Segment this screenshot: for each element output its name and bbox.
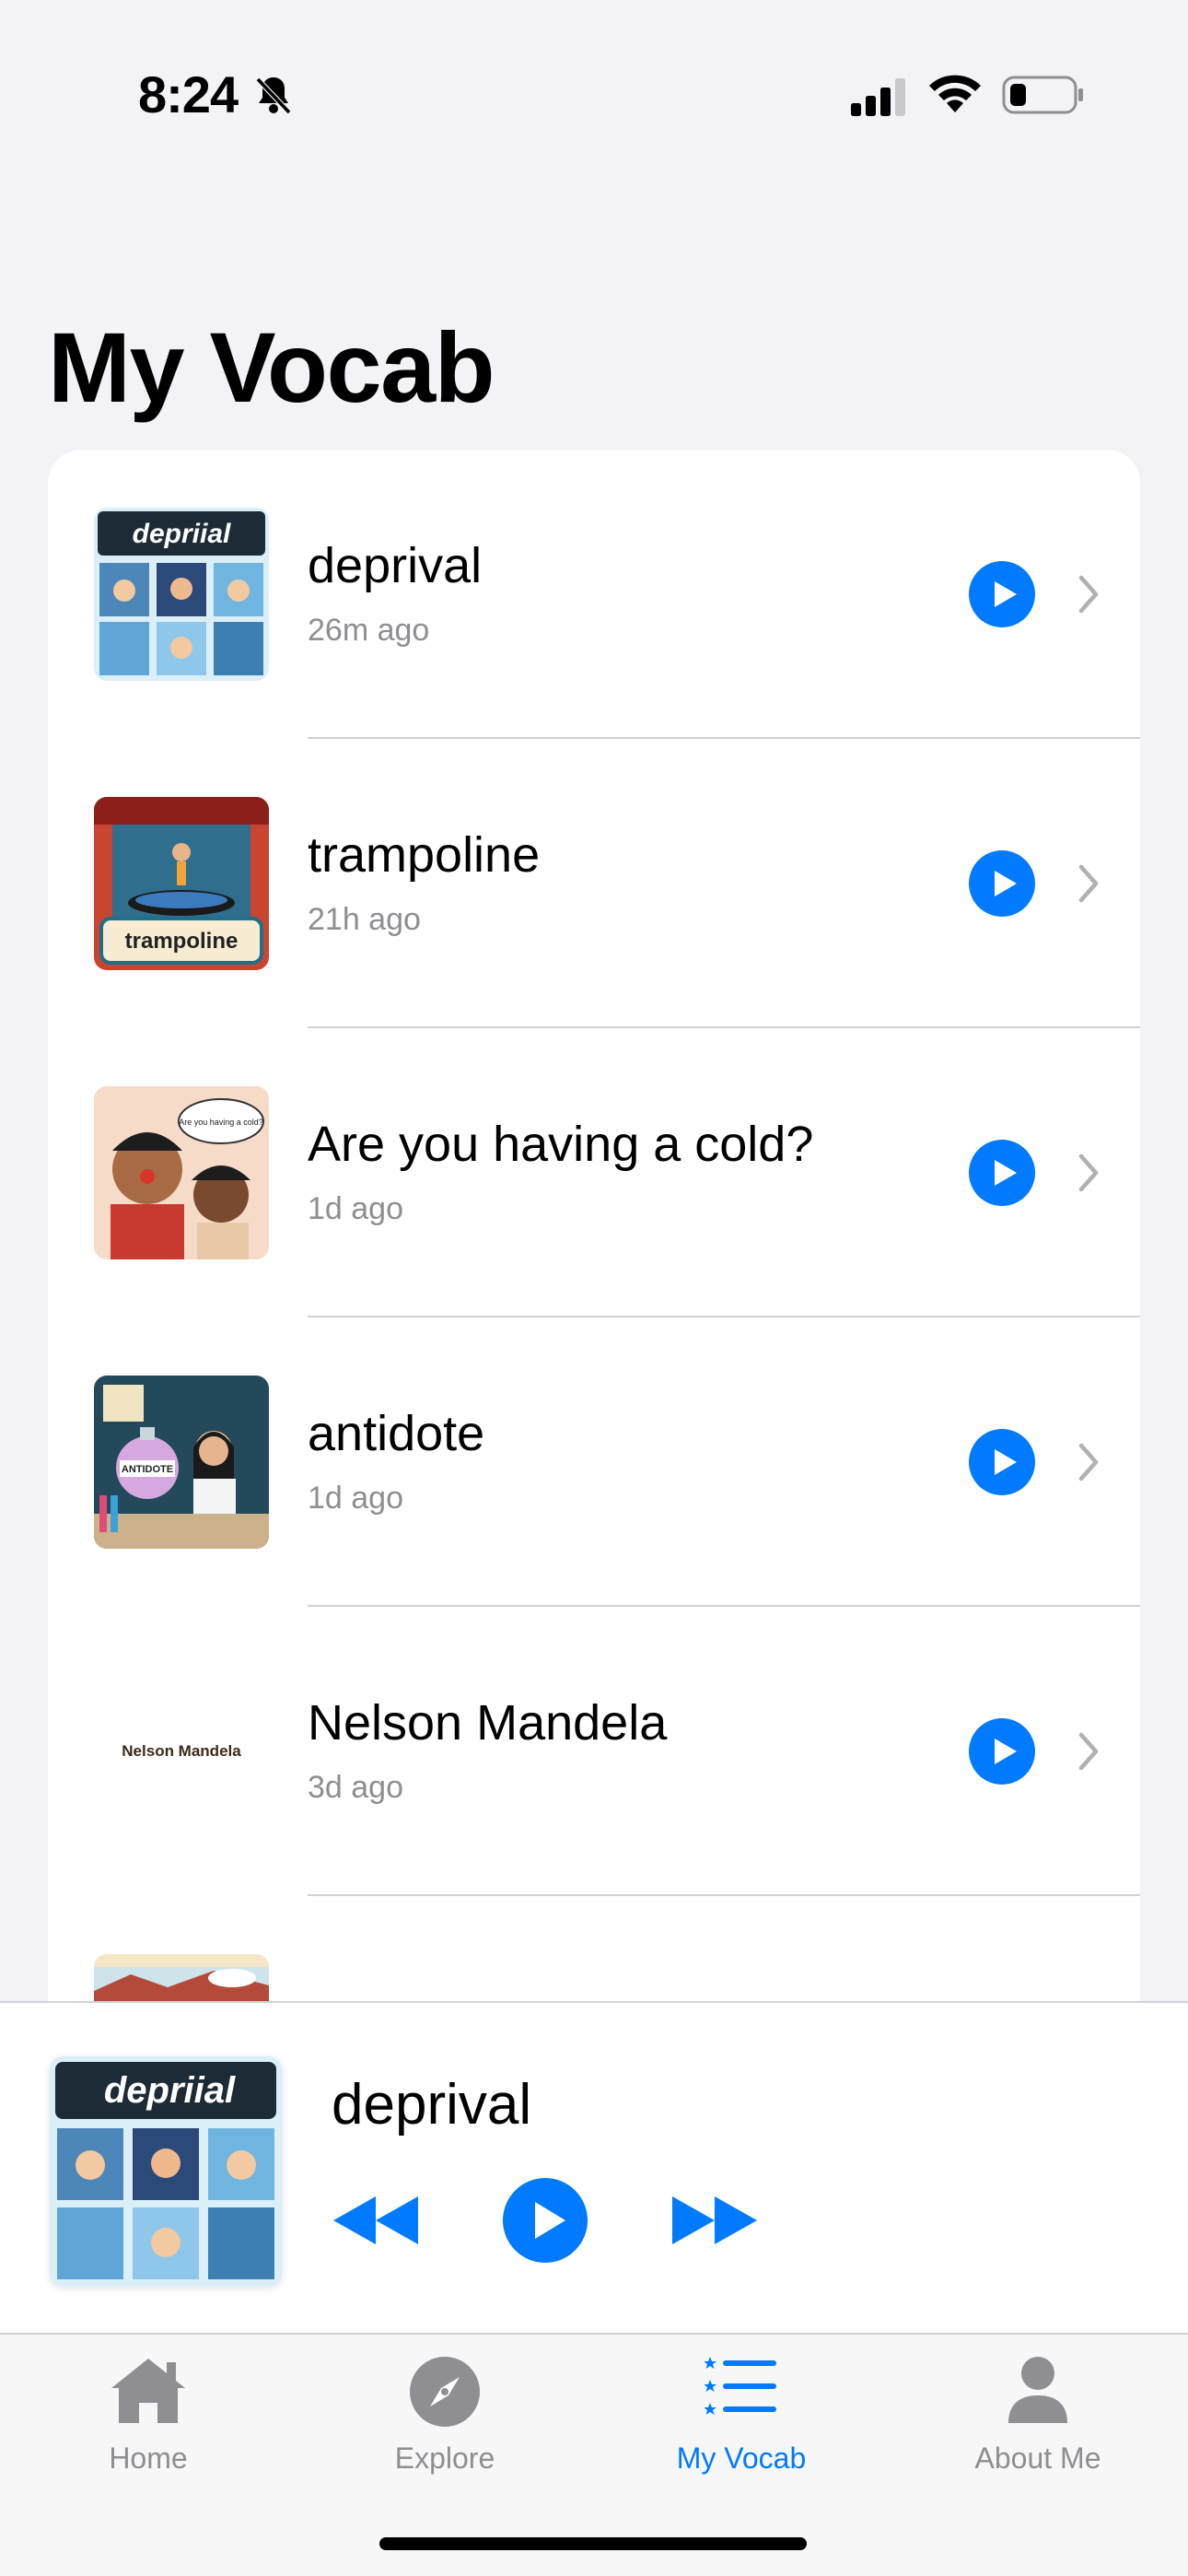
- thumbnail-label: ANTIDOTE: [122, 1464, 173, 1475]
- tab-home[interactable]: Home: [0, 2335, 297, 2519]
- vocab-row[interactable]: trampoline trampoline 21h ago: [48, 739, 1140, 1028]
- play-icon[interactable]: [969, 850, 1035, 917]
- play-icon[interactable]: [969, 1718, 1035, 1785]
- bell-slash-icon: [255, 76, 292, 115]
- vocab-time: 1d ago: [308, 1481, 403, 1516]
- play-icon[interactable]: [969, 1429, 1035, 1495]
- tab-label: About Me: [974, 2441, 1101, 2475]
- tab-explore[interactable]: Explore: [297, 2335, 593, 2519]
- tab-my-vocab[interactable]: My Vocab: [593, 2335, 890, 2519]
- play-icon[interactable]: [503, 2178, 588, 2263]
- mini-player[interactable]: depriial deprival: [0, 2001, 1188, 2333]
- vocab-word: Are you having a cold?: [308, 1117, 814, 1172]
- vocab-time: 26m ago: [308, 613, 430, 648]
- vocab-thumbnail: ANTIDOTE: [94, 1376, 269, 1549]
- screen: 8:24 My Vocab depriial deprival 26m ago …: [0, 0, 1188, 2576]
- vocab-row[interactable]: Nelson Mandela Nelson Mandela 3d ago: [48, 1607, 1140, 1896]
- chevron-right-icon: [1078, 575, 1099, 614]
- vocab-list[interactable]: depriial deprival 26m ago trampoline tra…: [48, 450, 1140, 2108]
- vocab-row[interactable]: ANTIDOTE antidote 1d ago: [48, 1317, 1140, 1607]
- house-icon: [111, 2359, 185, 2423]
- play-icon[interactable]: [969, 1140, 1035, 1206]
- vocab-thumbnail: Nelson Mandela: [94, 1665, 269, 1838]
- list-icon: [705, 2357, 776, 2415]
- rewind-icon[interactable]: [332, 2195, 420, 2246]
- vocab-row[interactable]: depriial deprival 26m ago: [48, 450, 1140, 739]
- vocab-thumbnail: Are you having a cold?: [94, 1086, 269, 1259]
- chevron-right-icon: [1078, 1732, 1099, 1771]
- tab-label: My Vocab: [676, 2441, 807, 2475]
- cellular-signal-icon: [851, 78, 905, 116]
- thumbnail-label: depriial: [133, 519, 231, 549]
- wifi-icon: [929, 75, 981, 112]
- battery-icon: [1002, 76, 1083, 114]
- chevron-right-icon: [1078, 864, 1099, 903]
- vocab-thumbnail: depriial: [94, 508, 269, 681]
- chevron-right-icon: [1078, 1153, 1099, 1192]
- thumbnail-label: Are you having a cold?: [179, 1118, 263, 1127]
- home-indicator[interactable]: [379, 2537, 807, 2550]
- vocab-row[interactable]: Are you having a cold? Are you having a …: [48, 1028, 1140, 1317]
- vocab-word: Nelson Mandela: [308, 1695, 668, 1751]
- vocab-time: 3d ago: [308, 1770, 403, 1805]
- tab-label: Home: [109, 2441, 188, 2475]
- status-time: 8:24: [138, 65, 239, 123]
- now-playing-title: deprival: [332, 2073, 532, 2137]
- vocab-word: trampoline: [308, 827, 541, 883]
- vocab-thumbnail: trampoline: [94, 797, 269, 970]
- vocab-time: 1d ago: [308, 1191, 403, 1226]
- tab-about-me[interactable]: About Me: [890, 2335, 1186, 2519]
- fast-forward-icon[interactable]: [670, 2195, 759, 2246]
- vocab-word: antidote: [308, 1406, 485, 1461]
- thumbnail-label: trampoline: [125, 929, 239, 954]
- tab-label: Explore: [394, 2441, 495, 2475]
- person-icon: [1008, 2357, 1067, 2423]
- play-icon[interactable]: [969, 561, 1035, 627]
- artwork-label: depriial: [104, 2070, 236, 2111]
- status-bar: 8:24: [0, 0, 1188, 193]
- vocab-time: 21h ago: [308, 902, 421, 937]
- now-playing-artwork[interactable]: depriial: [50, 2056, 282, 2287]
- chevron-right-icon: [1078, 1443, 1099, 1481]
- compass-icon: [410, 2357, 480, 2427]
- thumbnail-label: Nelson Mandela: [122, 1742, 241, 1760]
- page-title: My Vocab: [48, 311, 495, 423]
- vocab-word: deprival: [308, 538, 483, 593]
